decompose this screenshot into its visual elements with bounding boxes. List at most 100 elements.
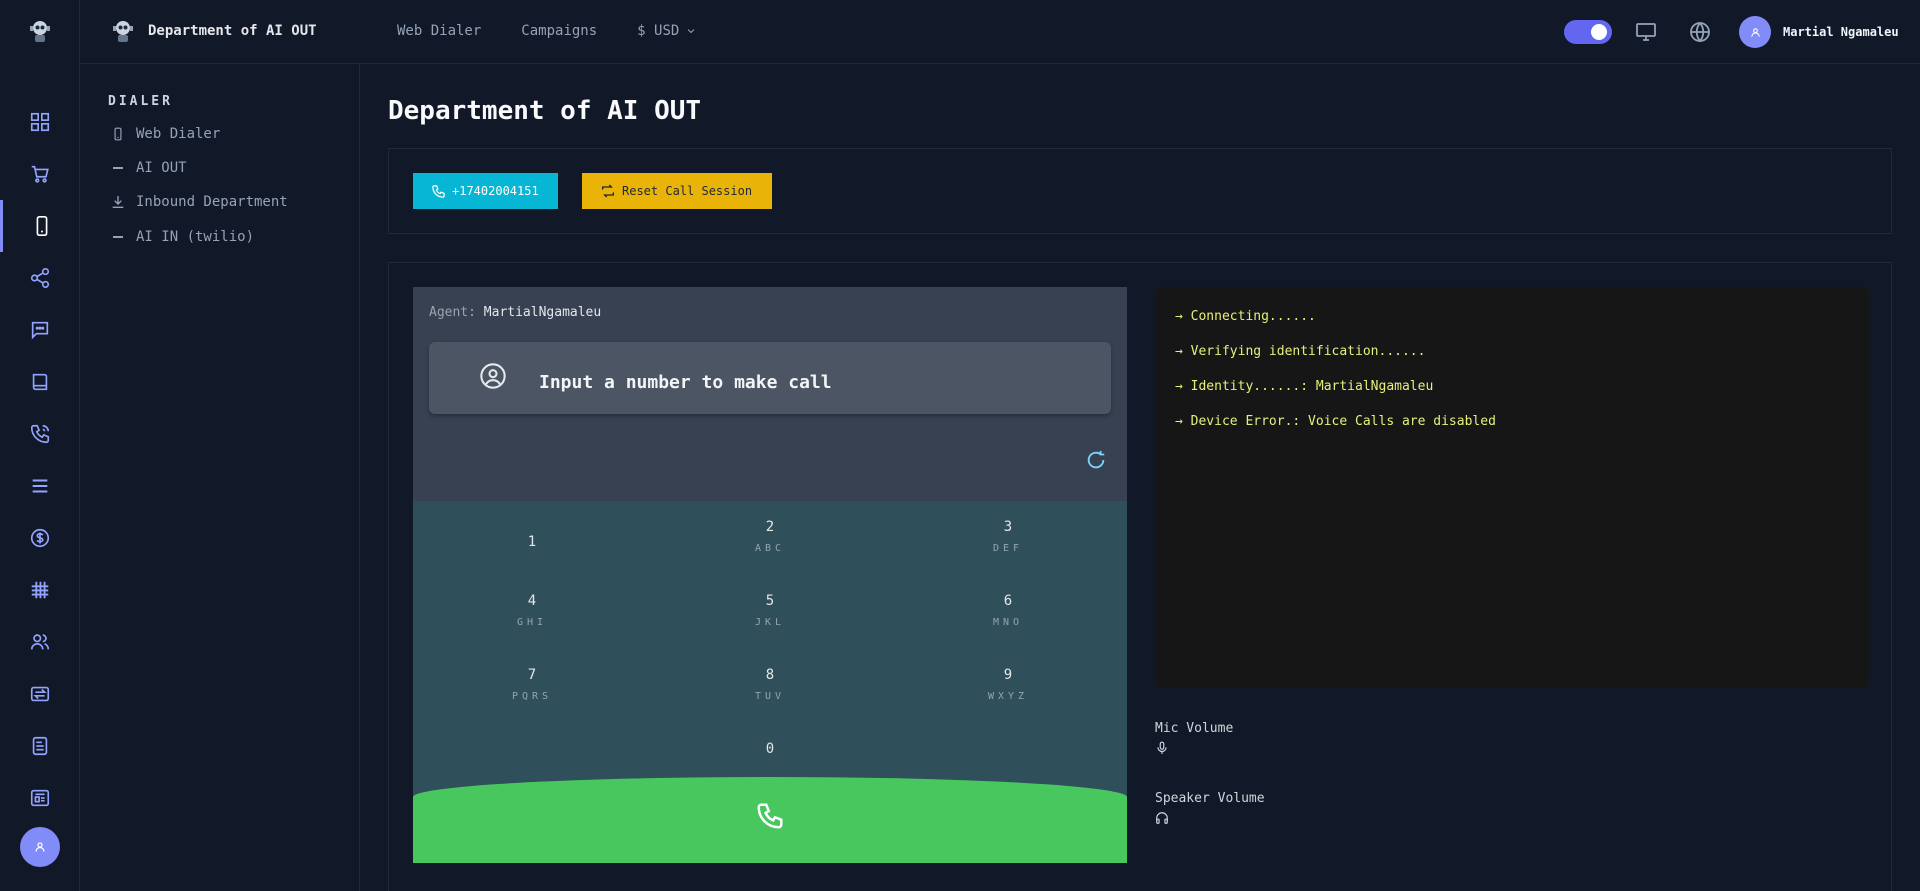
user-icon	[35, 842, 45, 852]
rail-dialer[interactable]	[0, 200, 80, 252]
key-digit: 6	[1003, 593, 1013, 609]
rail-users[interactable]	[0, 616, 80, 668]
key-digit: 2	[765, 519, 775, 535]
key-4[interactable]: 4 GHI	[413, 593, 651, 653]
download-icon	[110, 194, 126, 210]
phone-device-icon	[36, 216, 47, 236]
theme-toggle[interactable]	[1564, 20, 1612, 44]
log-line: → Verifying identification......	[1175, 344, 1426, 359]
rail-lists[interactable]	[0, 460, 80, 512]
key-digit: 1	[527, 534, 537, 550]
key-8[interactable]: 8 TUV	[651, 667, 889, 727]
reset-call-session-button[interactable]: Reset Call Session	[582, 173, 772, 209]
toggle-knob	[1591, 24, 1607, 40]
key-letters: JKL	[754, 617, 786, 628]
key-9[interactable]: 9 WXYZ	[889, 667, 1127, 727]
nav-web-dialer[interactable]: Web Dialer	[397, 23, 481, 39]
rail-flows[interactable]	[0, 252, 80, 304]
rail-billing[interactable]	[0, 512, 80, 564]
number-placeholder: Input a number to make call	[539, 372, 832, 393]
sidebar-item-label: Inbound Department	[136, 194, 288, 210]
key-3[interactable]: 3 DEF	[889, 519, 1127, 579]
web-dialer: Agent: MartialNgamaleu Input a number to…	[413, 287, 1127, 863]
grid-icon	[31, 581, 49, 599]
users-icon	[30, 634, 50, 650]
key-6[interactable]: 6 MNO	[889, 593, 1127, 653]
dialer-sidebar: DIALER Web Dialer AI OUT Inbound Departm…	[80, 64, 360, 891]
rail-calls[interactable]	[0, 408, 80, 460]
log-line: → Device Error.: Voice Calls are disable…	[1175, 414, 1496, 429]
dash-icon	[110, 160, 126, 176]
sidebar-item-label: AI OUT	[136, 160, 187, 176]
refresh-icon	[602, 184, 614, 198]
nav-campaigns[interactable]: Campaigns	[521, 23, 597, 39]
top-bar: Department of AI OUT Web Dialer Campaign…	[80, 0, 1920, 64]
key-digit: 3	[1003, 519, 1013, 535]
rail-messages[interactable]	[0, 304, 80, 356]
headphones-icon[interactable]	[1155, 811, 1169, 825]
refresh-icon[interactable]	[1085, 449, 1107, 471]
dialer-card: Agent: MartialNgamaleu Input a number to…	[388, 262, 1892, 891]
sidebar-item-ai-out[interactable]: AI OUT	[110, 160, 187, 176]
robot-logo-icon[interactable]	[27, 18, 53, 44]
key-letters: DEF	[992, 543, 1024, 554]
rail-numbers[interactable]	[0, 564, 80, 616]
sidebar-item-inbound[interactable]: Inbound Department	[110, 194, 288, 210]
book-icon	[32, 373, 48, 391]
key-digit: 5	[765, 593, 775, 609]
key-letters: WXYZ	[987, 691, 1029, 702]
key-digit: 0	[765, 741, 775, 757]
key-2[interactable]: 2 ABC	[651, 519, 889, 579]
sidebar-item-web-dialer[interactable]: Web Dialer	[110, 126, 220, 142]
key-digit: 7	[527, 667, 537, 683]
dollar-icon	[30, 528, 50, 548]
mic-volume-label: Mic Volume	[1155, 721, 1234, 736]
user-avatar	[1739, 16, 1771, 48]
currency-label: $ USD	[637, 23, 680, 39]
microphone-icon[interactable]	[1155, 741, 1169, 755]
brand[interactable]: Department of AI OUT	[110, 18, 317, 44]
key-letters: MNO	[992, 617, 1024, 628]
list-icon	[32, 479, 48, 493]
top-nav: Web Dialer Campaigns $ USD	[397, 23, 697, 39]
key-letters: GHI	[516, 617, 548, 628]
dashboard-icon	[30, 112, 50, 132]
phone-call-icon	[30, 424, 50, 444]
key-letters: TUV	[754, 691, 786, 702]
key-digit: 8	[765, 667, 775, 683]
currency-dropdown[interactable]: $ USD	[637, 23, 697, 39]
key-letters: ABC	[754, 543, 786, 554]
user-menu[interactable]: Martial Ngamaleu	[1739, 16, 1899, 48]
phone-device-icon	[110, 126, 126, 142]
reset-label: Reset Call Session	[622, 184, 753, 198]
speaker-volume-label: Speaker Volume	[1155, 791, 1265, 806]
rail-news[interactable]	[0, 772, 80, 824]
report-icon	[32, 736, 48, 756]
rail-user-avatar[interactable]	[20, 827, 60, 867]
rail-docs[interactable]	[0, 356, 80, 408]
agent-label: Agent:	[429, 305, 476, 320]
dialer-screen: Agent: MartialNgamaleu Input a number to…	[413, 287, 1127, 501]
icon-rail	[0, 0, 80, 891]
newspaper-icon	[30, 789, 50, 807]
cart-icon	[31, 165, 49, 183]
key-1[interactable]: 1	[413, 525, 651, 585]
key-7[interactable]: 7 PQRS	[413, 667, 651, 727]
caller-id-button[interactable]: +17402004151	[413, 173, 558, 209]
number-input[interactable]: Input a number to make call	[429, 342, 1111, 414]
main-content: Department of AI OUT +17402004151 Reset …	[360, 64, 1920, 891]
transfer-icon	[30, 686, 50, 702]
call-button[interactable]	[413, 777, 1127, 863]
monitor-icon[interactable]	[1634, 20, 1658, 44]
key-letters: PQRS	[511, 691, 553, 702]
rail-reports[interactable]	[0, 720, 80, 772]
rail-dashboard[interactable]	[0, 96, 80, 148]
caller-id-label: +17402004151	[452, 184, 539, 198]
robot-logo-icon	[113, 21, 133, 42]
sidebar-item-ai-in[interactable]: AI IN (twilio)	[110, 229, 254, 245]
key-5[interactable]: 5 JKL	[651, 593, 889, 653]
rail-shop[interactable]	[0, 148, 80, 200]
rail-transfers[interactable]	[0, 668, 80, 720]
globe-icon[interactable]	[1688, 20, 1712, 44]
dash-icon	[110, 229, 126, 245]
